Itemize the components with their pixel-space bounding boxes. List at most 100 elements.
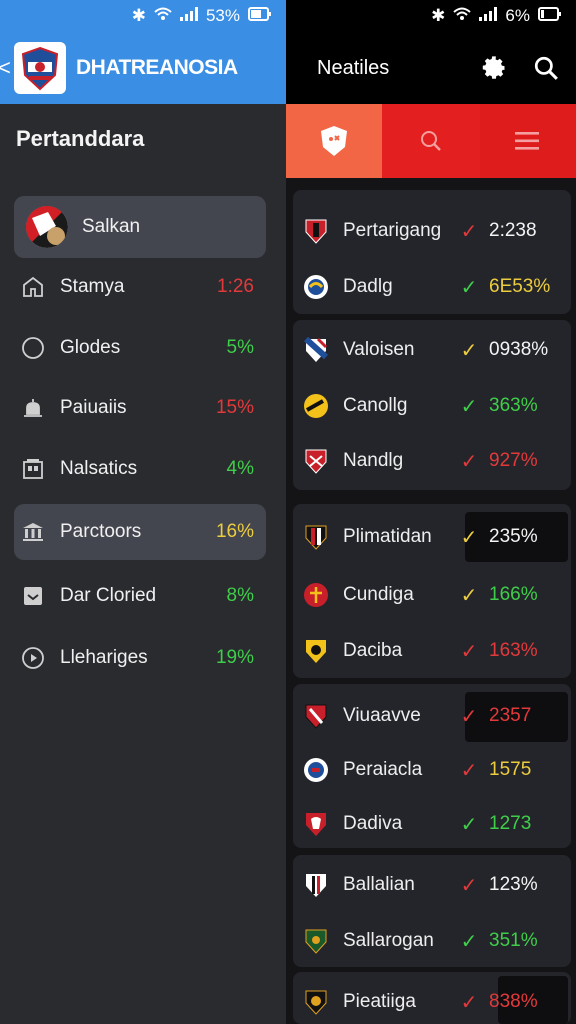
nav-item-salkan[interactable]: Salkan (14, 196, 266, 258)
check-icon: ✓ (460, 991, 478, 1014)
team-value: 235% (489, 526, 538, 547)
team-crest-icon (303, 393, 329, 419)
team-name: Daciba (343, 640, 403, 661)
team-crest-icon (303, 703, 329, 729)
inbox-icon (20, 583, 46, 609)
team-row[interactable]: Pieatiiga ✓ 838% (293, 974, 571, 1024)
team-crest-icon (303, 448, 329, 474)
check-icon: ✓ (460, 220, 478, 243)
nav-item-paiuaiis[interactable]: Paiuaiis 15% (14, 380, 266, 436)
nav-item-label: Stamya (60, 276, 125, 297)
team-crest-icon (303, 274, 329, 300)
team-row[interactable]: Ballalian ✓ 123% (293, 857, 571, 913)
check-icon: ✓ (460, 584, 478, 607)
shield-icon (321, 126, 347, 156)
nav-item-lleharigeas[interactable]: Llehariges 19% (14, 630, 266, 686)
nav-item-label: Paiuaiis (60, 397, 127, 418)
team-value: 1273 (489, 813, 532, 834)
nav-item-dar-cloried[interactable]: Dar Cloried 8% (14, 568, 266, 624)
team-row[interactable]: Canollg ✓ 363% (293, 378, 571, 434)
team-name: Peraiacla (343, 759, 423, 780)
team-row[interactable]: Peraiacla ✓ 1575 (293, 742, 571, 798)
team-row[interactable]: Dadiva ✓ 1273 (293, 796, 571, 852)
team-crest-icon (303, 757, 329, 783)
check-icon: ✓ (460, 705, 478, 728)
team-row[interactable]: Pertarigang ✓ 2:238 (293, 203, 571, 259)
battery-text: 53% (205, 6, 240, 25)
tab-search[interactable] (382, 104, 480, 178)
team-crest-icon (303, 582, 329, 608)
tab-home[interactable] (286, 104, 382, 178)
team-name: Pieatiiga (343, 991, 416, 1012)
signal-icon (179, 6, 198, 26)
team-crest-icon (303, 872, 329, 898)
nav-item-value: 16% (215, 521, 254, 542)
team-row[interactable]: Viuaavve ✓ 2357 (293, 688, 571, 744)
search-button[interactable] (524, 46, 568, 90)
tab-bar (286, 104, 576, 178)
check-icon: ✓ (460, 276, 478, 299)
team-value: 351% (489, 930, 538, 951)
check-icon: ✓ (460, 640, 478, 663)
team-value: 363% (489, 395, 538, 416)
wifi-icon (453, 6, 472, 26)
team-value: 166% (489, 584, 538, 605)
bell-icon (20, 395, 46, 421)
screen-title: Neatiles (317, 56, 390, 79)
circle-icon (20, 335, 46, 361)
search-icon (534, 56, 558, 80)
team-name: Valoisen (343, 339, 415, 360)
nav-item-stamya[interactable]: Stamya 1:26 (14, 259, 266, 315)
team-crest-icon (303, 524, 329, 550)
team-value: 2:238 (489, 220, 537, 241)
team-crest-icon (303, 337, 329, 363)
gear-icon (482, 56, 505, 79)
nav-item-nalsatics[interactable]: Nalsatics 4% (14, 441, 266, 497)
team-crest-icon (303, 811, 329, 837)
team-crest-icon (303, 218, 329, 244)
nav-item-glodes[interactable]: Glodes 5% (14, 320, 266, 376)
search-icon (421, 131, 441, 151)
team-row[interactable]: Dadlg ✓ 6E53% (293, 259, 571, 315)
tab-menu[interactable] (480, 104, 576, 178)
team-value: 6E53% (489, 276, 551, 297)
team-row[interactable]: Daciba ✓ 163% (293, 623, 571, 679)
home-icon (20, 274, 46, 300)
menu-icon (515, 132, 539, 150)
bluetooth-icon: ✱ (131, 6, 146, 25)
status-bar: ✱ 53% (0, 0, 286, 32)
check-icon: ✓ (460, 813, 478, 836)
team-value: 2357 (489, 705, 532, 726)
team-row[interactable]: Valoisen ✓ 0938% (293, 322, 571, 378)
nav-item-label: Salkan (82, 216, 141, 237)
check-icon: ✓ (460, 339, 478, 362)
nav-item-label: Llehariges (60, 647, 148, 668)
back-button[interactable]: < (0, 55, 12, 81)
left-panel: ✱ 53% < DHATREANOSIA Pertanddara Salkan … (0, 0, 286, 1024)
nav-item-value: 1:26 (217, 276, 254, 297)
team-value: 1575 (489, 759, 532, 780)
team-name: Plimatidan (343, 526, 432, 547)
status-bar: ✱ 6% (286, 0, 576, 32)
team-name: Cundiga (343, 584, 414, 605)
battery-icon (538, 6, 562, 26)
team-name: Nandlg (343, 450, 404, 471)
nav-item-label: Nalsatics (60, 458, 138, 479)
nav-item-parctoors[interactable]: Parctoors 16% (14, 504, 266, 560)
check-icon: ✓ (460, 450, 478, 473)
team-row[interactable]: Cundiga ✓ 166% (293, 567, 571, 623)
nav-item-value: 19% (215, 647, 254, 668)
nav-item-value: 15% (215, 397, 254, 418)
nav-item-value: 8% (226, 585, 254, 606)
nav-item-value: 4% (226, 458, 254, 479)
team-row[interactable]: Sallarogan ✓ 351% (293, 913, 571, 969)
signal-icon (479, 6, 498, 26)
wifi-icon (154, 6, 172, 26)
team-name: Ballalian (343, 874, 415, 895)
avatar (26, 206, 68, 248)
battery-text: 6% (505, 6, 530, 25)
team-row[interactable]: Nandlg ✓ 927% (293, 433, 571, 489)
team-row[interactable]: Plimatidan ✓ 235% (293, 509, 571, 565)
check-icon: ✓ (460, 526, 478, 549)
settings-button[interactable] (472, 46, 516, 90)
